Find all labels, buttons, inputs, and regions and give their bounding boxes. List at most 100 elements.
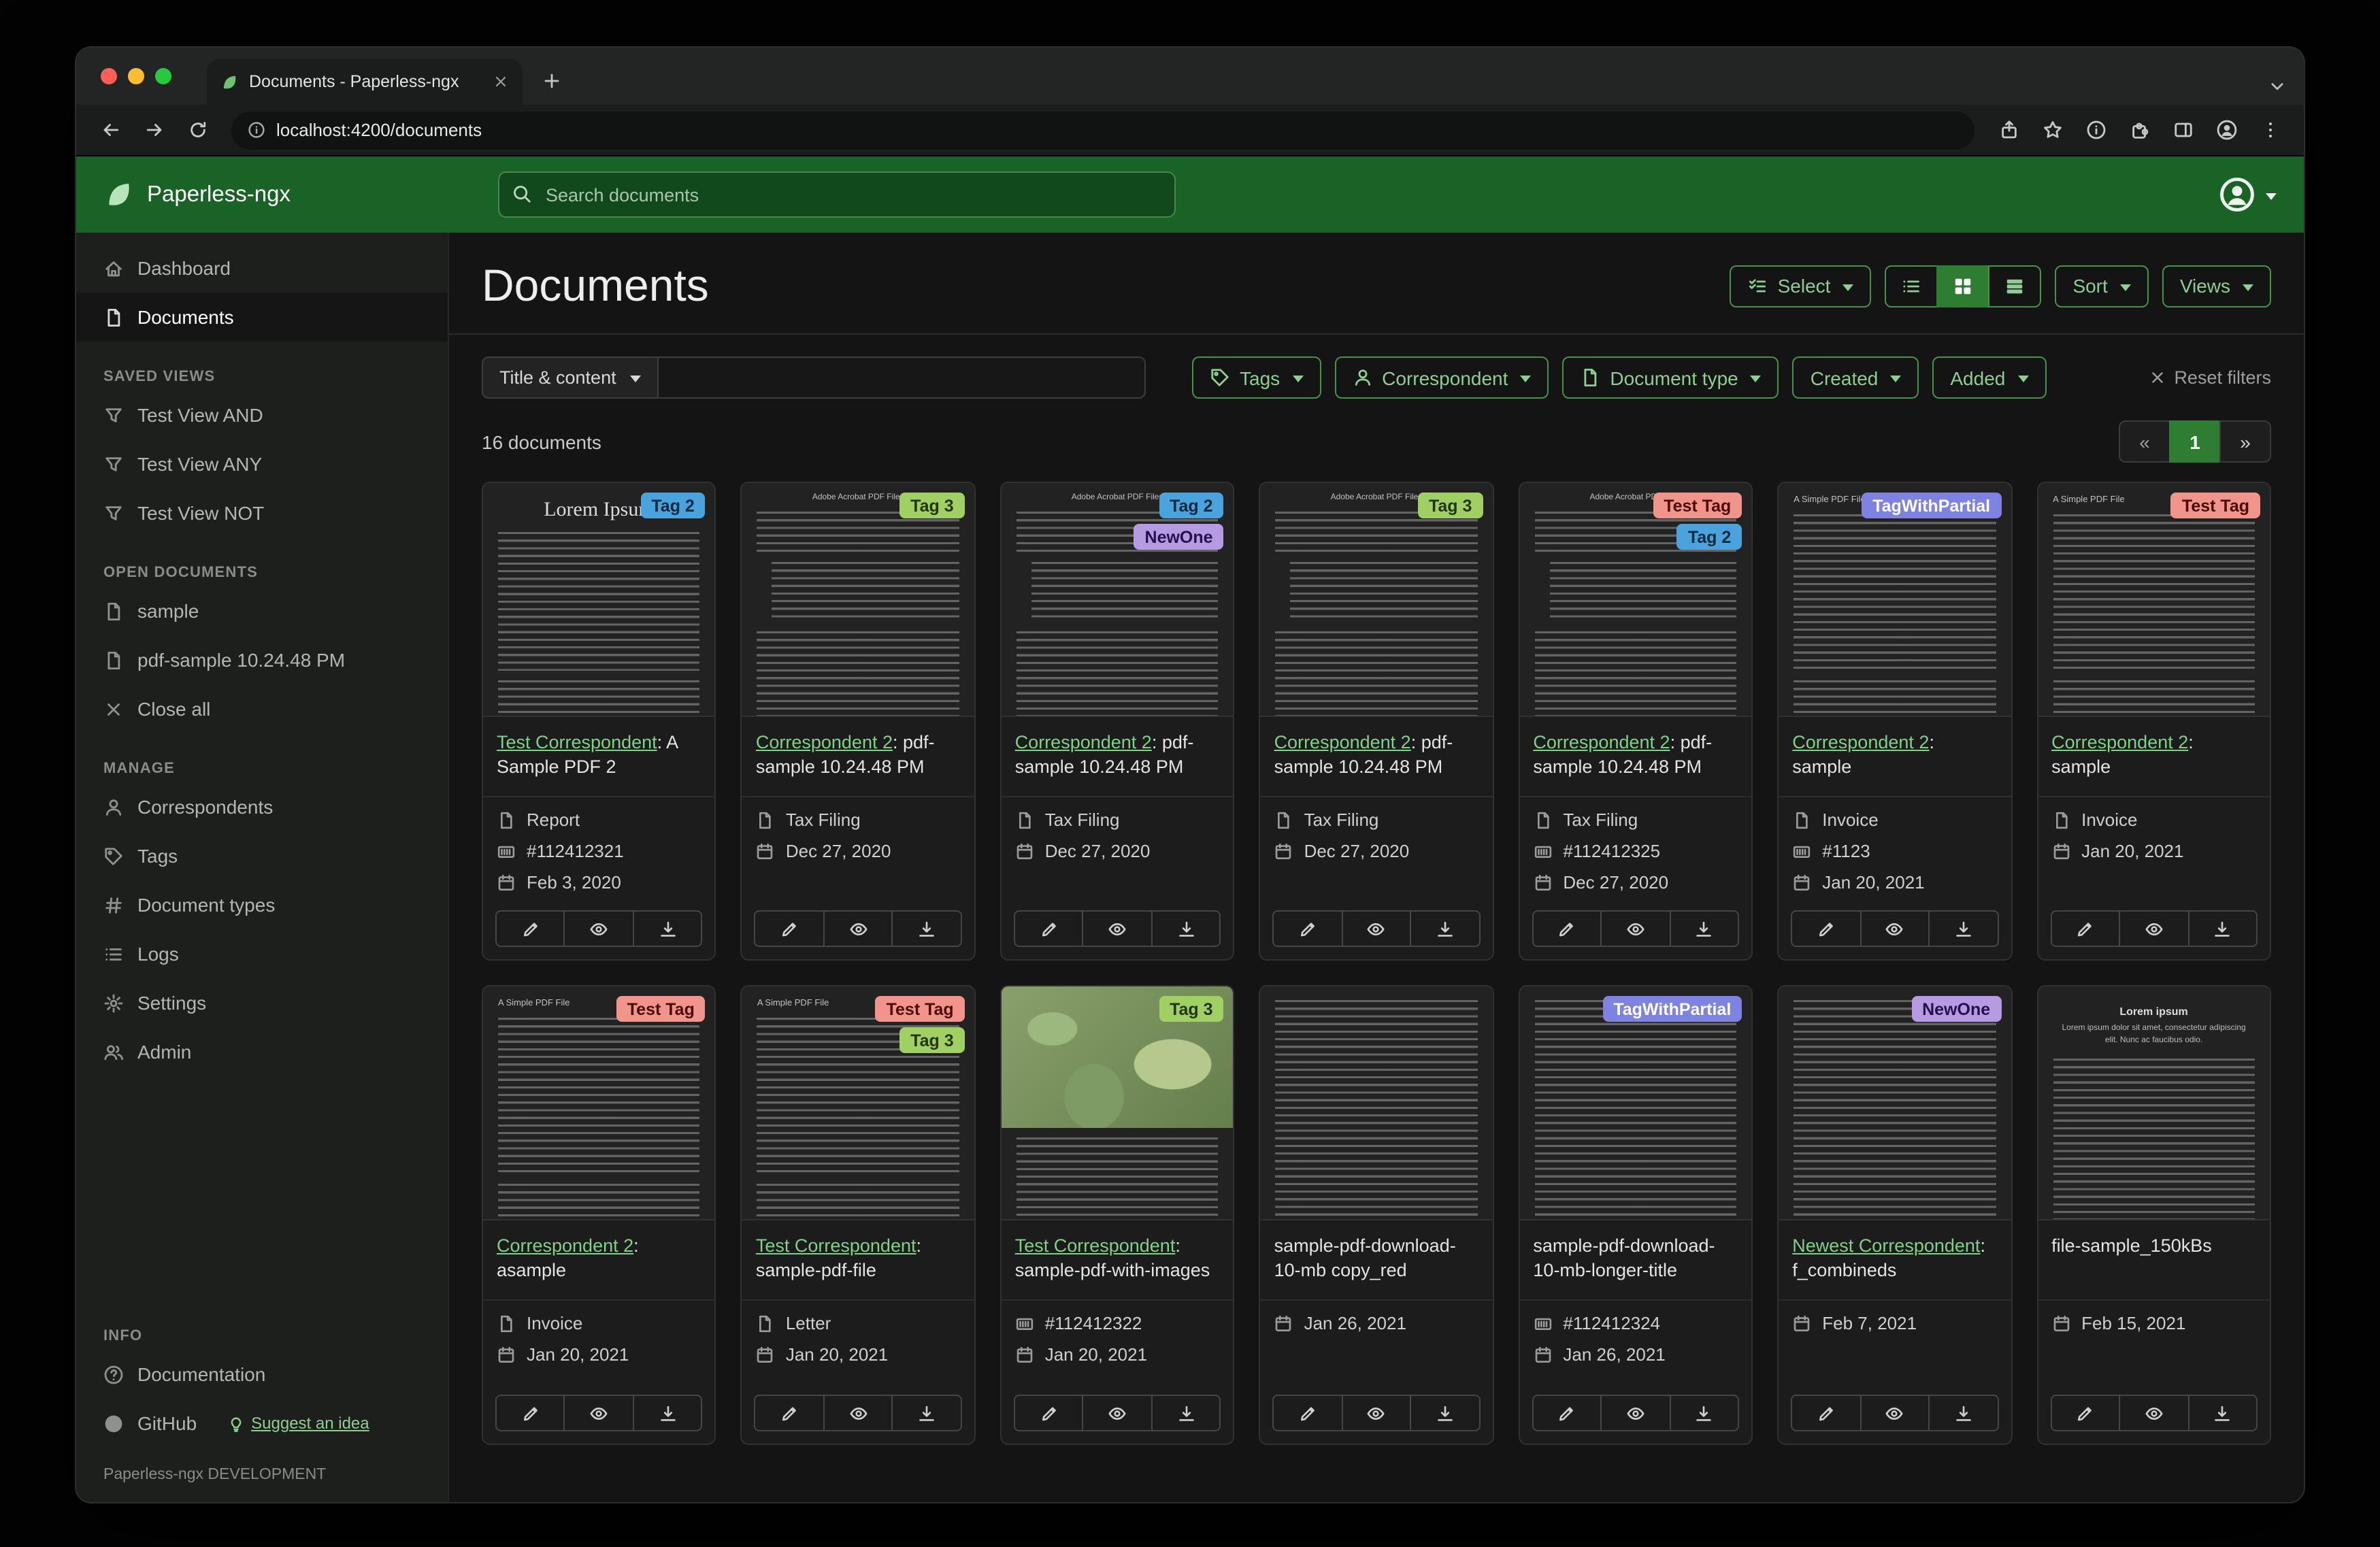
preview-document-button[interactable] xyxy=(1082,1395,1153,1431)
filter-tags-button[interactable]: Tags xyxy=(1192,356,1321,399)
preview-document-button[interactable] xyxy=(823,1395,893,1431)
preview-document-button[interactable] xyxy=(563,910,634,947)
document-card[interactable]: A Simple PDF File Test Tag Tag 3 Test Cor… xyxy=(740,985,976,1445)
document-thumbnail[interactable]: A Simple PDF File Test Tag xyxy=(2038,483,2270,717)
edit-document-button[interactable] xyxy=(1791,1395,1862,1431)
tag-badge-tagwithpartial[interactable]: TagWithPartial xyxy=(1602,996,1742,1022)
sidebar-item-documents[interactable]: Documents xyxy=(76,293,448,342)
correspondent-link[interactable]: Correspondent 2 xyxy=(2051,732,2188,752)
document-card[interactable]: Adobe Acrobat PDF Files Tag 3 Correspond… xyxy=(740,482,976,961)
document-card[interactable]: A Simple PDF File Test Tag Correspondent… xyxy=(2036,482,2271,961)
download-document-button[interactable] xyxy=(1669,910,1740,947)
tag-badge-tag-3[interactable]: Tag 3 xyxy=(899,1027,965,1053)
reload-button[interactable] xyxy=(177,110,218,150)
download-document-button[interactable] xyxy=(2187,1395,2258,1431)
extension-badge-button[interactable] xyxy=(2075,110,2116,150)
preview-document-button[interactable] xyxy=(2119,910,2189,947)
edit-document-button[interactable] xyxy=(1013,1395,1084,1431)
bookmark-star-button[interactable] xyxy=(2032,110,2072,150)
correspondent-link[interactable]: Test Correspondent xyxy=(1015,1235,1176,1256)
sidebar-item-test-view-not[interactable]: Test View NOT xyxy=(76,488,448,537)
document-card[interactable]: Adobe Acrobat PDF Files Test Tag Tag 2 Co… xyxy=(1518,482,1753,961)
extensions-puzzle-button[interactable] xyxy=(2119,110,2160,150)
title-content-input[interactable] xyxy=(658,356,1146,399)
sidebar-item-documentation[interactable]: Documentation xyxy=(76,1350,448,1399)
tag-badge-tag-3[interactable]: Tag 3 xyxy=(899,493,965,518)
download-document-button[interactable] xyxy=(1928,910,1999,947)
document-card[interactable]: Lorem ipsum Lorem ipsum dolor sit amet, c… xyxy=(2036,985,2271,1445)
edit-document-button[interactable] xyxy=(495,910,565,947)
site-info-icon[interactable] xyxy=(248,121,265,139)
download-document-button[interactable] xyxy=(1410,910,1481,947)
next-page-button[interactable]: » xyxy=(2219,420,2271,463)
suggest-idea-link[interactable]: Suggest an idea xyxy=(227,1414,369,1433)
document-thumbnail[interactable]: Lorem ipsum Lorem ipsum dolor sit amet, c… xyxy=(2038,986,2270,1220)
document-card[interactable]: Adobe Acrobat PDF Files Tag 2 NewOne Corr… xyxy=(999,482,1235,961)
global-search-input[interactable] xyxy=(498,171,1176,218)
view-list-button[interactable] xyxy=(1885,265,1938,307)
download-document-button[interactable] xyxy=(632,1395,703,1431)
sort-button[interactable]: Sort xyxy=(2055,265,2149,307)
document-card[interactable]: A Simple PDF File Test Tag Correspondent… xyxy=(482,985,716,1445)
tag-badge-tag-3[interactable]: Tag 3 xyxy=(1159,996,1224,1022)
browser-menu-button[interactable] xyxy=(2249,110,2290,150)
tag-badge-test-tag[interactable]: Test Tag xyxy=(875,996,965,1022)
forward-button[interactable] xyxy=(133,110,174,150)
user-menu[interactable] xyxy=(2219,177,2277,212)
download-document-button[interactable] xyxy=(2187,910,2258,947)
filter-document-type-button[interactable]: Document type xyxy=(1562,356,1779,399)
sidebar-item-test-view-and[interactable]: Test View AND xyxy=(76,390,448,439)
edit-document-button[interactable] xyxy=(754,910,825,947)
sidebar-item-document-types[interactable]: Document types xyxy=(76,880,448,929)
tag-badge-tagwithpartial[interactable]: TagWithPartial xyxy=(1862,493,2002,518)
preview-document-button[interactable] xyxy=(1860,910,1930,947)
document-thumbnail[interactable]: A Simple PDF File TagWithPartial xyxy=(1779,483,2011,717)
share-button[interactable] xyxy=(1988,110,2029,150)
document-card[interactable]: Tag 3 Test Correspondent: sample-pdf-wit… xyxy=(999,985,1235,1445)
tag-badge-tag-2[interactable]: Tag 2 xyxy=(640,493,706,518)
download-document-button[interactable] xyxy=(632,910,703,947)
document-thumbnail[interactable]: NewOne xyxy=(1779,986,2011,1220)
download-document-button[interactable] xyxy=(1410,1395,1481,1431)
address-bar[interactable]: localhost:4200/documents xyxy=(231,111,1974,149)
edit-document-button[interactable] xyxy=(1532,910,1602,947)
download-document-button[interactable] xyxy=(1669,1395,1740,1431)
edit-document-button[interactable] xyxy=(1532,1395,1602,1431)
document-card[interactable]: sample-pdf-download-10-mb copy_red Jan 2… xyxy=(1259,985,1494,1445)
preview-document-button[interactable] xyxy=(1600,1395,1671,1431)
correspondent-link[interactable]: Test Correspondent xyxy=(756,1235,916,1256)
tag-badge-tag-3[interactable]: Tag 3 xyxy=(1417,493,1483,518)
browser-tab[interactable]: Documents - Paperless-ngx xyxy=(207,59,523,105)
sidebar-item-pdf-sample-10-24-48-pm[interactable]: pdf-sample 10.24.48 PM xyxy=(76,635,448,684)
preview-document-button[interactable] xyxy=(1082,910,1153,947)
edit-document-button[interactable] xyxy=(1272,1395,1343,1431)
sidebar-item-close-all[interactable]: Close all xyxy=(76,684,448,733)
sidebar-item-tags[interactable]: Tags xyxy=(76,831,448,880)
sidebar-item-admin[interactable]: Admin xyxy=(76,1027,448,1076)
document-thumbnail[interactable]: Adobe Acrobat PDF Files Test Tag Tag 2 xyxy=(1519,483,1752,717)
edit-document-button[interactable] xyxy=(754,1395,825,1431)
sidebar-item-test-view-any[interactable]: Test View ANY xyxy=(76,439,448,488)
edit-document-button[interactable] xyxy=(1791,910,1862,947)
tag-badge-test-tag[interactable]: Test Tag xyxy=(2170,493,2260,518)
download-document-button[interactable] xyxy=(891,1395,962,1431)
correspondent-link[interactable]: Test Correspondent xyxy=(497,732,657,752)
edit-document-button[interactable] xyxy=(495,1395,565,1431)
views-button[interactable]: Views xyxy=(2162,265,2271,307)
document-thumbnail[interactable]: Adobe Acrobat PDF Files Tag 2 NewOne xyxy=(1001,483,1234,717)
document-thumbnail[interactable]: Lorem Ipsum Tag 2 xyxy=(483,483,715,717)
document-thumbnail[interactable]: A Simple PDF File Test Tag Tag 3 xyxy=(742,986,974,1220)
side-panel-button[interactable] xyxy=(2162,110,2203,150)
back-button[interactable] xyxy=(90,110,131,150)
close-window-button[interactable] xyxy=(101,68,117,84)
download-document-button[interactable] xyxy=(1928,1395,1999,1431)
correspondent-link[interactable]: Correspondent 2 xyxy=(497,1235,633,1256)
tag-badge-newone[interactable]: NewOne xyxy=(1911,996,2002,1022)
new-tab-button[interactable] xyxy=(531,60,572,101)
sidebar-item-github[interactable]: GitHub Suggest an idea xyxy=(76,1399,448,1448)
preview-document-button[interactable] xyxy=(563,1395,634,1431)
correspondent-link[interactable]: Correspondent 2 xyxy=(1533,732,1670,752)
reset-filters-button[interactable]: Reset filters xyxy=(2148,367,2271,388)
document-thumbnail[interactable]: Adobe Acrobat PDF Files Tag 3 xyxy=(742,483,974,717)
sidebar-item-sample[interactable]: sample xyxy=(76,586,448,635)
